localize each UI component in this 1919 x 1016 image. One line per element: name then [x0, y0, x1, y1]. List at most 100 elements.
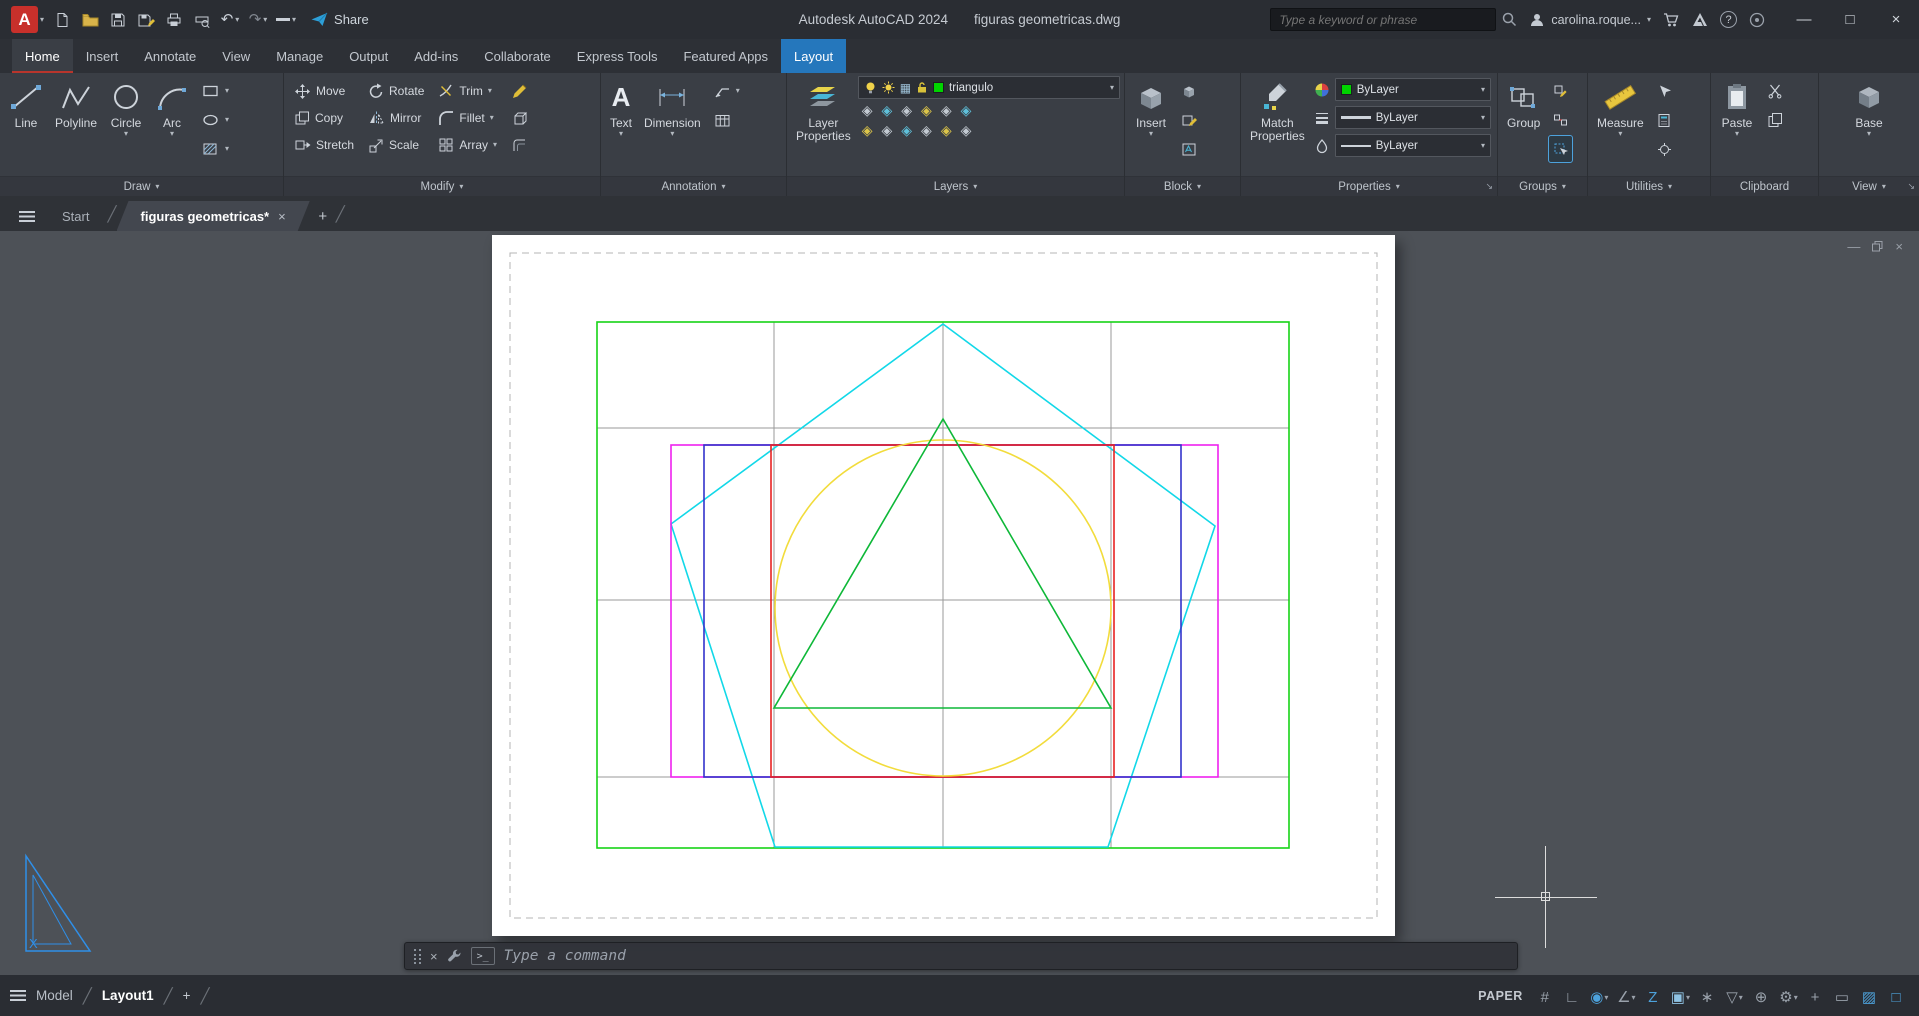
tab-annotate[interactable]: Annotate	[131, 39, 209, 73]
redo-button[interactable]: ↷	[245, 6, 271, 34]
circle-button[interactable]: Circle	[104, 76, 148, 173]
layer-tool-icon[interactable]	[881, 103, 892, 117]
new-drawing-tab-button[interactable]: +	[310, 201, 336, 231]
share-button[interactable]: Share	[311, 12, 369, 27]
selection-filter-icon[interactable]: ▽ ▾	[1722, 982, 1747, 1010]
layer-tool-icon[interactable]	[941, 103, 952, 117]
customize-wrench-icon[interactable]	[447, 949, 462, 964]
offset-button[interactable]	[507, 132, 531, 158]
insert-block-button[interactable]: Insert	[1129, 76, 1173, 173]
tab-featured-apps[interactable]: Featured Apps	[670, 39, 781, 73]
copy-button[interactable]: Copy	[290, 105, 358, 131]
batch-plot-button[interactable]	[189, 6, 215, 34]
text-button[interactable]: A Text	[605, 76, 637, 173]
cart-icon[interactable]	[1663, 12, 1680, 28]
cut-button[interactable]	[1763, 78, 1787, 104]
measure-button[interactable]: Measure	[1592, 76, 1649, 173]
undo-button[interactable]: ↶	[217, 6, 243, 34]
scale-button[interactable]: Scale	[364, 132, 428, 158]
window-minimize-icon[interactable]: —	[1847, 239, 1860, 254]
id-point-button[interactable]	[1653, 136, 1676, 162]
polar-tracking-icon[interactable]: ◉ ▾	[1587, 982, 1612, 1010]
plot-button[interactable]	[161, 6, 187, 34]
paper-sheet[interactable]	[492, 235, 1395, 936]
lineweight-list-icon[interactable]	[1314, 110, 1330, 126]
tab-figuras-geometricas[interactable]: figuras geometricas* ×	[117, 201, 310, 231]
close-icon[interactable]: ×	[430, 949, 438, 964]
trim-button[interactable]: Trim	[434, 78, 501, 104]
tab-layout[interactable]: Layout	[781, 39, 846, 73]
group-edit-button[interactable]	[1549, 78, 1572, 104]
erase-button[interactable]	[507, 78, 531, 104]
panel-label-view[interactable]: View	[1819, 176, 1919, 196]
ungroup-button[interactable]	[1549, 107, 1572, 133]
tab-addins[interactable]: Add-ins	[401, 39, 471, 73]
ellipse-tool-button[interactable]	[198, 107, 233, 133]
panel-label-draw[interactable]: Draw	[0, 176, 283, 196]
table-button[interactable]	[710, 107, 744, 133]
help-icon[interactable]: ?	[1720, 11, 1737, 28]
window-close-icon[interactable]: ×	[1895, 239, 1903, 254]
layer-properties-button[interactable]: Layer Properties	[791, 76, 856, 173]
paper-space-toggle[interactable]: PAPER	[1478, 989, 1523, 1003]
tab-collaborate[interactable]: Collaborate	[471, 39, 564, 73]
panel-label-properties[interactable]: Properties	[1241, 176, 1497, 196]
linetype-select[interactable]: ByLayer	[1335, 134, 1491, 157]
command-line-bar[interactable]: × >_ Type a command	[404, 942, 1518, 970]
panel-launcher-icon[interactable]	[1485, 181, 1493, 192]
tab-manage[interactable]: Manage	[263, 39, 336, 73]
color-wheel-icon[interactable]	[1314, 82, 1330, 98]
layer-tool-icon[interactable]	[921, 123, 932, 137]
app-menu-button[interactable]: A	[8, 6, 47, 34]
search-input[interactable]	[1270, 8, 1496, 31]
statusbar-menu-icon[interactable]	[10, 990, 26, 1001]
annotation-monitor-icon[interactable]: +	[1803, 982, 1828, 1010]
qat-customize-button[interactable]	[273, 6, 299, 34]
new-file-button[interactable]	[49, 6, 75, 34]
layer-tool-icon[interactable]	[862, 103, 873, 117]
copy-clip-button[interactable]	[1763, 107, 1787, 133]
tab-express-tools[interactable]: Express Tools	[564, 39, 671, 73]
panel-label-utilities[interactable]: Utilities	[1588, 176, 1710, 196]
panel-launcher-icon[interactable]	[1907, 181, 1915, 192]
create-block-button[interactable]	[1177, 78, 1201, 104]
tab-insert[interactable]: Insert	[73, 39, 132, 73]
tab-home[interactable]: Home	[12, 39, 73, 73]
hatch-tool-button[interactable]	[198, 136, 233, 162]
graphics-performance-icon[interactable]: ▨	[1857, 982, 1882, 1010]
arc-button[interactable]: Arc	[150, 76, 194, 173]
snap-mode-icon[interactable]: #	[1533, 982, 1558, 1010]
move-button[interactable]: Move	[290, 78, 358, 104]
tab-close-icon[interactable]: ×	[278, 209, 286, 224]
magenta-rectangle[interactable]	[671, 445, 1218, 777]
file-tabs-menu-button[interactable]	[10, 201, 44, 231]
window-restore-icon[interactable]	[1872, 241, 1883, 252]
maximize-button[interactable]: □	[1827, 0, 1873, 39]
dimension-button[interactable]: Dimension	[639, 76, 706, 173]
dynamic-ucs-icon[interactable]: Z	[1641, 982, 1666, 1010]
open-file-button[interactable]	[77, 6, 103, 34]
paste-button[interactable]: Paste	[1715, 76, 1759, 173]
panel-label-clipboard[interactable]: Clipboard	[1711, 176, 1818, 196]
tab-output[interactable]: Output	[336, 39, 401, 73]
panel-label-annotation[interactable]: Annotation	[601, 176, 786, 196]
panel-label-groups[interactable]: Groups	[1498, 176, 1587, 196]
minimize-button[interactable]: —	[1781, 0, 1827, 39]
layer-vp-freeze-icon[interactable]	[900, 81, 911, 95]
panel-label-layers[interactable]: Layers	[787, 176, 1124, 196]
layer-tool-icon[interactable]	[901, 103, 912, 117]
layer-tool-icon[interactable]	[921, 103, 932, 117]
group-selection-toggle-button[interactable]	[1549, 136, 1572, 162]
layer-tool-icon[interactable]	[862, 123, 873, 137]
line-button[interactable]: Line	[4, 76, 48, 173]
layer-lock-icon[interactable]	[916, 81, 928, 94]
search-icon[interactable]	[1502, 12, 1517, 27]
block-attributes-button[interactable]	[1177, 136, 1201, 162]
rotate-button[interactable]: Rotate	[364, 78, 428, 104]
save-button[interactable]	[105, 6, 131, 34]
gizmo-icon[interactable]: ⊕	[1749, 982, 1774, 1010]
explode-button[interactable]	[507, 105, 531, 131]
leader-button[interactable]	[710, 78, 744, 104]
ortho-mode-icon[interactable]: ∟	[1560, 982, 1585, 1010]
layer-select[interactable]: triangulo	[858, 76, 1120, 99]
